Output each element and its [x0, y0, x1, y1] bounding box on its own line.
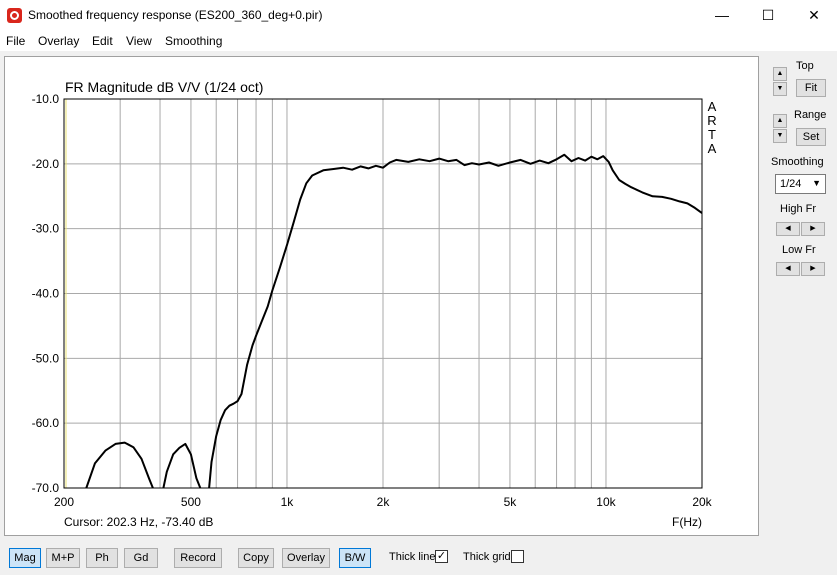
x-axis-label: F(Hz): [672, 515, 702, 529]
bw-button[interactable]: B/W: [339, 548, 371, 568]
y-tick-label: -10.0: [32, 92, 60, 106]
menu-view[interactable]: View: [126, 34, 152, 48]
y-tick-label: -50.0: [32, 351, 60, 365]
mp-button[interactable]: M+P: [46, 548, 80, 568]
title-bar: Smoothed frequency response (ES200_360_d…: [0, 0, 837, 31]
y-tick-label: -30.0: [32, 222, 60, 236]
smoothing-label: Smoothing: [771, 156, 824, 168]
menu-bar: File Overlay Edit View Smoothing: [0, 31, 837, 51]
set-button[interactable]: Set: [796, 128, 826, 146]
response-curve-segment: [162, 442, 202, 489]
thick-grid-label: Thick grid: [463, 551, 511, 563]
y-tick-label: -20.0: [32, 157, 60, 171]
x-tick-label: 200: [54, 495, 74, 509]
menu-file[interactable]: File: [6, 34, 25, 48]
chart-title: FR Magnitude dB V/V (1/24 oct): [65, 79, 263, 95]
x-tick-label: 10k: [596, 495, 616, 509]
low-fr-label: Low Fr: [782, 244, 816, 256]
response-curve-segment: [208, 153, 703, 489]
frequency-response-chart[interactable]: -10.0 -20.0 -30.0 -40.0 -50.0 -60.0 -70.0200 50…: [5, 57, 758, 535]
y-tick-label: -40.0: [32, 287, 60, 301]
smoothing-value: 1/24: [780, 178, 802, 190]
x-tick-label: 2k: [377, 495, 391, 509]
x-tick-label: 20k: [692, 495, 712, 509]
response-curve-segment: [85, 441, 154, 489]
minimize-button[interactable]: —: [699, 0, 745, 31]
high-fr-left-button[interactable]: ◀: [776, 222, 800, 236]
low-fr-left-button[interactable]: ◀: [776, 262, 800, 276]
top-down-spinner[interactable]: ▼: [773, 82, 787, 96]
menu-edit[interactable]: Edit: [92, 34, 113, 48]
range-label: Range: [794, 109, 827, 121]
cursor-readout: Cursor: 202.3 Hz, -73.40 dB: [64, 515, 213, 529]
top-up-spinner[interactable]: ▲: [773, 67, 787, 81]
y-tick-label: -70.0: [32, 481, 60, 495]
y-tick-label: -60.0: [32, 416, 60, 430]
copy-button[interactable]: Copy: [238, 548, 274, 568]
thick-line-checkbox[interactable]: ✓: [435, 550, 448, 563]
thick-grid-checkbox[interactable]: [511, 550, 524, 563]
range-down-spinner[interactable]: ▼: [773, 129, 787, 143]
smoothing-select[interactable]: 1/24 ▼: [775, 174, 826, 194]
arta-watermark-letter: A: [708, 141, 717, 156]
fit-button[interactable]: Fit: [796, 79, 826, 97]
high-fr-label: High Fr: [780, 203, 817, 215]
x-tick-label: 5k: [504, 495, 518, 509]
group-delay-button[interactable]: Gd: [124, 548, 158, 568]
x-tick-label: 1k: [281, 495, 295, 509]
menu-smoothing[interactable]: Smoothing: [165, 34, 222, 48]
phase-button[interactable]: Ph: [86, 548, 118, 568]
window-title: Smoothed frequency response (ES200_360_d…: [28, 8, 323, 22]
mag-button[interactable]: Mag: [9, 548, 41, 568]
arta-watermark-letter: T: [708, 127, 716, 142]
range-up-spinner[interactable]: ▲: [773, 114, 787, 128]
chevron-down-icon: ▼: [812, 178, 821, 188]
maximize-button[interactable]: ☐: [745, 0, 791, 31]
high-fr-right-button[interactable]: ▶: [801, 222, 825, 236]
menu-overlay[interactable]: Overlay: [38, 34, 79, 48]
top-label: Top: [796, 60, 814, 72]
thick-line-label: Thick line: [389, 551, 436, 563]
plot-panel[interactable]: -10.0 -20.0 -30.0 -40.0 -50.0 -60.0 -70.0 200 50…: [4, 56, 759, 536]
close-button[interactable]: ✕: [791, 0, 837, 31]
record-button[interactable]: Record: [174, 548, 222, 568]
arta-watermark-letter: A: [708, 99, 717, 114]
low-fr-right-button[interactable]: ▶: [801, 262, 825, 276]
overlay-button[interactable]: Overlay: [282, 548, 330, 568]
arta-watermark-letter: R: [707, 113, 716, 128]
arta-app-icon: [7, 8, 22, 23]
x-tick-label: 500: [181, 495, 201, 509]
